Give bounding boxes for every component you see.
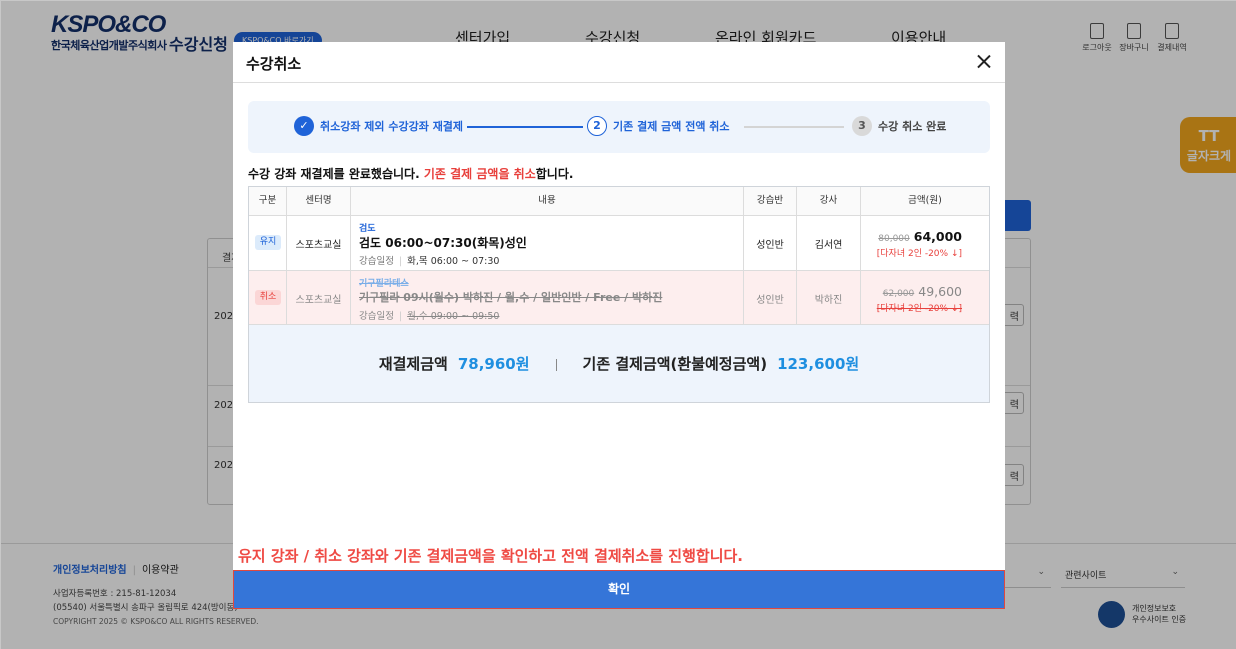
- col-header: 구분: [249, 187, 287, 215]
- step-2-label: 기존 결제 금액 전액 취소: [613, 120, 730, 133]
- col-header: 센터명: [287, 187, 351, 215]
- col-header: 강사: [797, 187, 861, 215]
- course-category: 기구필라테스: [359, 279, 409, 289]
- step-2: 2 기존 결제 금액 전액 취소: [587, 116, 730, 138]
- discount-info: [다자녀 2인 -20% ↓]: [876, 304, 962, 314]
- original-payment-label: 기존 결제금액(환불예정금액): [582, 355, 768, 373]
- repay-amount: 78,960원: [457, 355, 530, 373]
- course-name: 검도 06:00~07:30(화목)성인: [359, 236, 527, 250]
- col-header: 강습반: [744, 187, 797, 215]
- table-header: 구분 센터명 내용 강습반 강사 금액(원): [249, 187, 989, 216]
- payment-summary: 재결제금액 78,960원 기존 결제금액(환불예정금액) 123,600원: [249, 325, 989, 402]
- step-3-label: 수강 취소 완료: [878, 120, 947, 133]
- original-price: 80,000: [878, 234, 910, 244]
- confirm-button[interactable]: 확인: [233, 570, 1005, 609]
- status-badge-keep: 유지: [255, 235, 281, 250]
- teacher-name: 김서연: [814, 240, 843, 251]
- step-3-number: 3: [852, 116, 872, 136]
- schedule-value: 화,목 06:00 ~ 07:30: [407, 256, 500, 267]
- step-2-number: 2: [587, 116, 607, 136]
- price-block: 80,000 64,000 [다자녀 2인 -20% ↓]: [877, 229, 962, 259]
- step-connector: [744, 126, 844, 128]
- final-price: 64,000: [913, 229, 962, 244]
- class-name: 성인반: [756, 240, 784, 251]
- modal-header: 수강취소: [233, 42, 1005, 83]
- original-price: 62,000: [882, 289, 915, 299]
- price-block: 62,000 49,600 [다자녀 2인 -20% ↓]: [877, 284, 962, 314]
- check-icon: ✓: [294, 116, 314, 136]
- notice-highlight: 기존 결제 금액을 취소: [423, 167, 536, 181]
- teacher-name: 박하진: [814, 295, 843, 306]
- step-connector: [467, 126, 583, 128]
- guide-message: 유지 강좌 / 취소 강좌와 기존 결제금액을 확인하고 전액 결제취소를 진행…: [238, 547, 744, 565]
- status-badge-cancel: 취소: [255, 290, 281, 305]
- progress-steps: ✓ 취소강좌 제외 수강강좌 재결제 2 기존 결제 금액 전액 취소 3 수강 취소…: [248, 101, 990, 153]
- schedule-value: 월,수 09:00 ~ 09:50: [407, 311, 500, 322]
- course-schedule: 강습일정 | 월,수 09:00 ~ 09:50: [359, 311, 500, 322]
- modal-title: 수강취소: [246, 55, 302, 73]
- table-row: 유지 스포츠교실 검도 검도 06:00~07:30(화목)성인 강습일정 | 화,…: [249, 216, 989, 271]
- schedule-label: 강습일정: [359, 256, 394, 267]
- col-header: 내용: [351, 187, 744, 215]
- center-name: 스포츠교실: [295, 240, 342, 251]
- summary-divider: [555, 358, 557, 371]
- class-name: 성인반: [756, 295, 784, 306]
- notice-text: 수강 강좌 재결제를 완료했습니다. 기존 결제 금액을 취소합니다.: [248, 165, 573, 182]
- step-3: 3 수강 취소 완료: [852, 116, 946, 138]
- course-table: 구분 센터명 내용 강습반 강사 금액(원) 유지 스포츠교실 검도 검도 06…: [248, 186, 990, 403]
- step-1-label: 취소강좌 제외 수강강좌 재결제: [320, 120, 464, 133]
- repay-label: 재결제금액: [378, 355, 448, 373]
- course-name: 기구필라 09시(월수) 박하진 / 월,수 / 일반인반 / Free / 박…: [359, 291, 663, 304]
- discount-info: [다자녀 2인 -20% ↓]: [876, 249, 962, 259]
- cancel-course-modal: 수강취소 ✓ 취소강좌 제외 수강강좌 재결제 2 기존 결제 금액 전액 취소 3…: [233, 42, 1005, 609]
- final-price: 49,600: [918, 284, 962, 299]
- notice-post: 합니다.: [535, 167, 574, 181]
- notice-pre: 수강 강좌 재결제를 완료했습니다.: [248, 167, 424, 181]
- step-1: ✓ 취소강좌 제외 수강강좌 재결제: [294, 116, 463, 138]
- center-name: 스포츠교실: [295, 295, 342, 306]
- col-header: 금액(원): [908, 195, 942, 206]
- original-payment-amount: 123,600원: [777, 355, 860, 373]
- table-row: 취소 스포츠교실 기구필라테스 기구필라 09시(월수) 박하진 / 월,수 /…: [249, 271, 989, 325]
- course-category: 검도: [359, 224, 376, 234]
- course-schedule: 강습일정 | 화,목 06:00 ~ 07:30: [359, 256, 500, 267]
- close-icon[interactable]: [973, 51, 995, 73]
- schedule-label: 강습일정: [359, 311, 394, 322]
